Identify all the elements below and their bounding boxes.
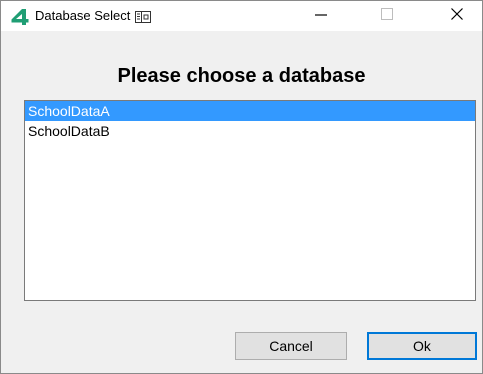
cancel-button[interactable]: Cancel xyxy=(235,332,347,360)
window-panel-icon xyxy=(135,10,151,23)
close-button[interactable] xyxy=(434,1,480,31)
title-bar[interactable]: Database Select xyxy=(1,1,482,31)
minimize-icon xyxy=(314,7,328,26)
window-title: Database Select xyxy=(35,8,131,23)
app-logo-4-icon xyxy=(11,8,29,26)
maximize-icon xyxy=(380,7,394,26)
dialog-heading: Please choose a database xyxy=(117,65,366,87)
database-list-item[interactable]: SchoolDataB xyxy=(25,121,475,141)
ok-button[interactable]: Ok xyxy=(367,332,477,360)
database-listbox[interactable]: SchoolDataA SchoolDataB xyxy=(24,100,476,301)
close-icon xyxy=(450,7,464,26)
maximize-button[interactable] xyxy=(364,1,410,31)
database-list-item-selected[interactable]: SchoolDataA xyxy=(25,101,475,121)
minimize-button[interactable] xyxy=(298,1,344,31)
database-select-dialog: Database Select Please choose a database… xyxy=(0,0,483,374)
